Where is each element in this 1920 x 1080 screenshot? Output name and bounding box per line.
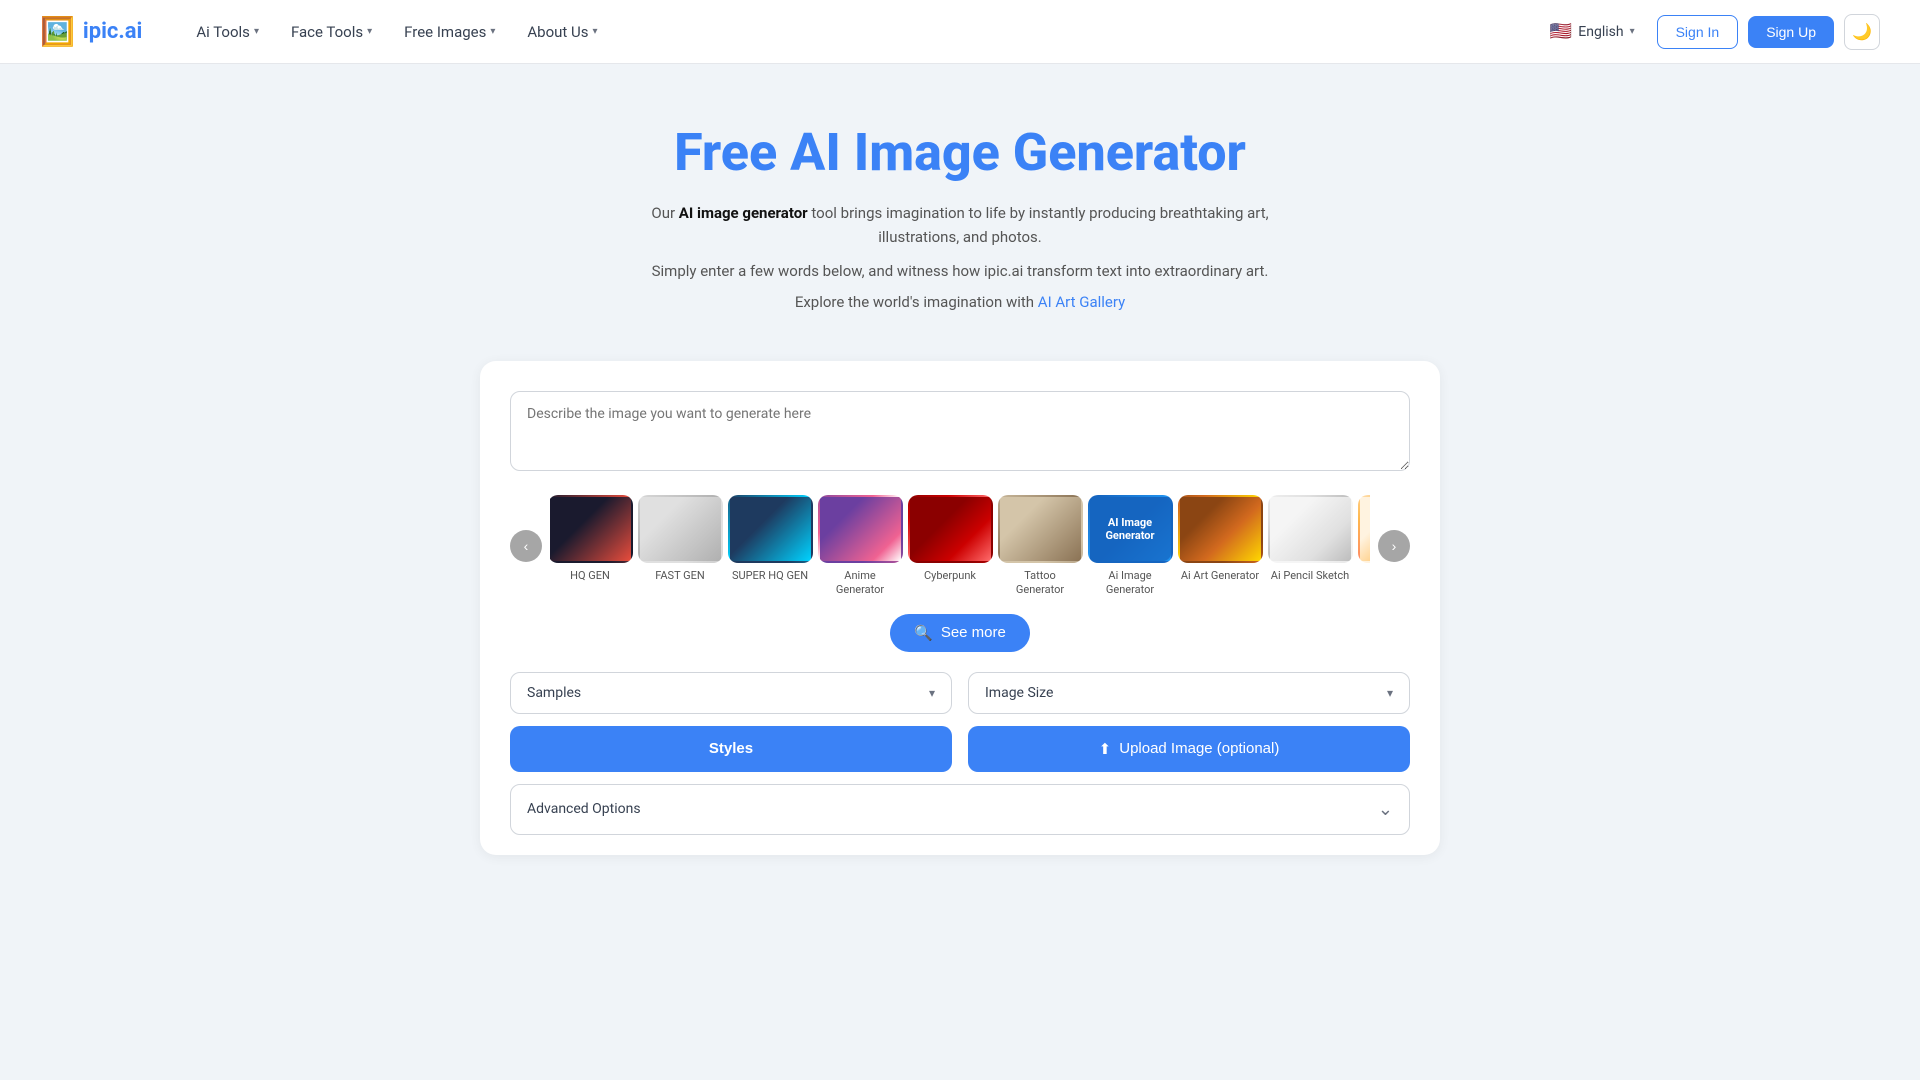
navbar: 🖼️ ipic.ai Ai Tools ▾ Face Tools ▾ Free … [0, 0, 1920, 64]
prompt-textarea[interactable] [510, 391, 1410, 471]
hero-gallery-text: Explore the world's imagination with AI … [20, 293, 1900, 311]
chevron-icon: ▾ [367, 26, 372, 37]
signup-button[interactable]: Sign Up [1748, 16, 1834, 48]
dark-mode-toggle[interactable]: 🌙 [1844, 14, 1880, 50]
action-row: Styles ⬆ Upload Image (optional) [510, 726, 1410, 772]
nav-face-tools[interactable]: Face Tools ▾ [277, 15, 386, 49]
signin-button[interactable]: Sign In [1657, 15, 1739, 49]
style-label: Tattoo Generator [1000, 569, 1080, 598]
logo-text: ipic.ai [83, 19, 142, 44]
nav-ai-tools[interactable]: Ai Tools ▾ [182, 15, 273, 49]
style-card-ai-pencil-sketch[interactable]: Ai Pencil Sketch [1270, 495, 1350, 598]
upload-icon: ⬆ [1099, 740, 1112, 758]
style-card-super-hq-gen[interactable]: SUPER HQ GEN [730, 495, 810, 598]
chevron-down-icon: ▾ [929, 686, 935, 700]
hero-description: Our AI image generator tool brings imagi… [610, 201, 1310, 249]
language-selector[interactable]: 🇺🇸 English ▾ [1538, 13, 1647, 50]
chevron-icon: ▾ [490, 26, 495, 37]
chevron-icon: ▾ [1630, 26, 1635, 37]
nav-right: 🇺🇸 English ▾ Sign In Sign Up 🌙 [1538, 13, 1880, 50]
style-label: Ai Pencil Sketch [1271, 569, 1349, 583]
style-card-fast-gen[interactable]: FAST GEN [640, 495, 720, 598]
see-more-label: See more [941, 624, 1006, 641]
style-label: Ai Art Generator [1181, 569, 1259, 583]
hero-desc-bold: AI image generator [679, 204, 808, 222]
chevron-down-icon: ▾ [1387, 686, 1393, 700]
nav-free-images[interactable]: Free Images ▾ [390, 15, 509, 49]
style-label: SUPER HQ GEN [732, 569, 808, 583]
styles-button[interactable]: Styles [510, 726, 952, 772]
advanced-options-row[interactable]: Advanced Options ⌄ [510, 784, 1410, 835]
style-card-ai-art-generator[interactable]: Ai Art Generator [1180, 495, 1260, 598]
upload-label: Upload Image (optional) [1119, 740, 1279, 757]
art-gallery-link[interactable]: AI Art Gallery [1038, 293, 1125, 311]
style-card-ai-image-generator[interactable]: AI Image Generator Ai Image Generator [1090, 495, 1170, 598]
nav-about-us[interactable]: About Us ▾ [513, 15, 611, 49]
style-label: Anime Generator [820, 569, 900, 598]
style-card-3d-cartoon[interactable]: 3d Cartoon [1360, 495, 1370, 598]
carousel-prev-button[interactable]: ‹ [510, 530, 542, 562]
logo-icon: 🖼️ [40, 15, 75, 48]
hero-description-line2: Simply enter a few words below, and witn… [610, 259, 1310, 283]
style-label: Cyberpunk [924, 569, 976, 583]
logo[interactable]: 🖼️ ipic.ai [40, 15, 142, 48]
style-label: HQ GEN [570, 569, 610, 583]
style-card-cyberpunk[interactable]: Cyberpunk [910, 495, 990, 598]
hero-desc-prefix: Our [651, 204, 678, 222]
style-carousel: ‹ HQ GEN FAST GEN SUPER HQ GEN Anime Genera… [510, 495, 1410, 598]
hero-desc-suffix: tool brings imagination to life by insta… [808, 204, 1269, 246]
style-label: Ai Image Generator [1090, 569, 1170, 598]
generator-card: ‹ HQ GEN FAST GEN SUPER HQ GEN Anime Genera… [480, 361, 1440, 855]
style-card-hq-gen[interactable]: HQ GEN [550, 495, 630, 598]
samples-dropdown[interactable]: Samples ▾ [510, 672, 952, 714]
carousel-track: HQ GEN FAST GEN SUPER HQ GEN Anime Generato… [550, 495, 1370, 598]
chevron-icon: ▾ [593, 26, 598, 37]
see-more-button[interactable]: 🔍 See more [890, 614, 1030, 652]
flag-icon: 🇺🇸 [1550, 21, 1572, 42]
chevron-down-icon: ⌄ [1378, 799, 1393, 820]
upload-button[interactable]: ⬆ Upload Image (optional) [968, 726, 1410, 772]
image-size-label: Image Size [985, 685, 1053, 701]
controls-row: Samples ▾ Image Size ▾ [510, 672, 1410, 714]
carousel-next-button[interactable]: › [1378, 530, 1410, 562]
style-card-tattoo-generator[interactable]: Tattoo Generator [1000, 495, 1080, 598]
see-more-icon: 🔍 [914, 624, 933, 642]
image-size-dropdown[interactable]: Image Size ▾ [968, 672, 1410, 714]
style-card-anime-generator[interactable]: Anime Generator [820, 495, 900, 598]
thumbnail-overlay: AI Image Generator [1090, 497, 1171, 561]
chevron-icon: ▾ [254, 26, 259, 37]
style-label: FAST GEN [655, 569, 705, 583]
advanced-options-label: Advanced Options [527, 801, 641, 817]
hero-section: Free AI Image Generator Our AI image gen… [0, 64, 1920, 341]
nav-links: Ai Tools ▾ Face Tools ▾ Free Images ▾ Ab… [182, 15, 1538, 49]
samples-label: Samples [527, 685, 581, 701]
language-label: English [1578, 24, 1623, 40]
hero-title: Free AI Image Generator [20, 124, 1900, 181]
